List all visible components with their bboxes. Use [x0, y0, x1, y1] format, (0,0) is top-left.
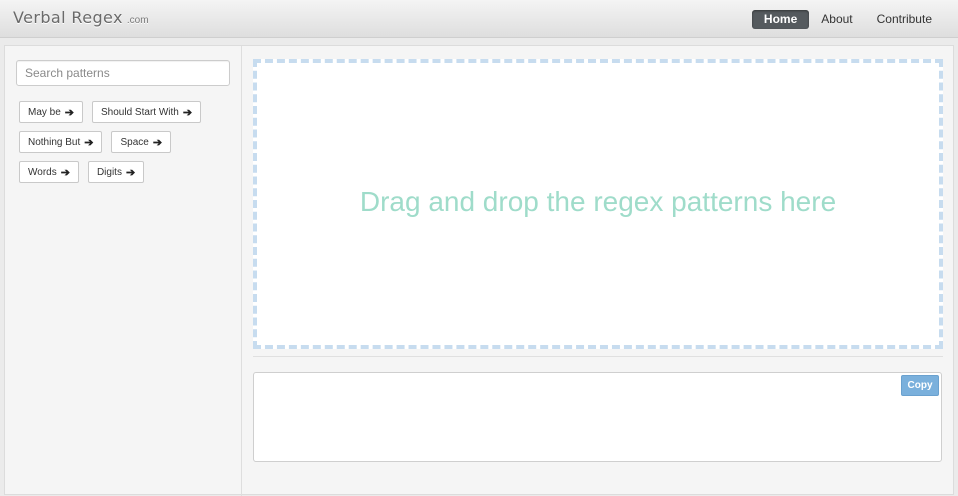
nav-home[interactable]: Home [751, 10, 810, 29]
drop-zone-hint: Drag and drop the regex patterns here [359, 186, 837, 217]
nav-about[interactable]: About [809, 10, 864, 29]
brand-name: Verbal Regex [13, 8, 123, 27]
pattern-label: May be [28, 106, 61, 118]
nav-contribute[interactable]: Contribute [865, 10, 944, 29]
regex-output-box[interactable]: Copy [253, 372, 942, 462]
pattern-may-be[interactable]: May be ➔ [19, 101, 84, 123]
pattern-label: Should Start With [101, 106, 179, 118]
pattern-label: Words [28, 166, 57, 178]
search-patterns-input[interactable] [16, 60, 230, 86]
pattern-list: May be ➔ Should Start With ➔ Nothing But ➔ … [19, 101, 231, 183]
pattern-label: Nothing But [28, 136, 81, 148]
pattern-drop-zone[interactable]: Drag and drop the regex patterns here [253, 59, 943, 349]
pattern-words[interactable]: Words ➔ [19, 161, 79, 183]
arrow-right-icon: ➔ [125, 166, 136, 179]
main-frame: May be➔ Should Start With➔ Nothing But➔ … [4, 45, 954, 496]
pattern-digits[interactable]: Digits ➔ [87, 161, 145, 183]
arrow-right-icon: ➔ [60, 166, 70, 179]
arrow-right-icon: ➔ [84, 136, 94, 149]
arrow-right-icon: ➔ [182, 106, 193, 119]
arrow-right-icon: ➔ [152, 136, 163, 149]
main-nav: Home About Contribute [751, 10, 944, 29]
pattern-label: Space [120, 136, 149, 148]
pattern-nothing-but[interactable]: Nothing But ➔ [19, 131, 103, 153]
top-navbar: Verbal Regex .com Home About Contribute [0, 0, 958, 38]
divider [253, 356, 943, 357]
pattern-label: Digits [96, 166, 122, 178]
brand-logo[interactable]: Verbal Regex .com [13, 8, 149, 27]
arrow-right-icon: ➔ [64, 106, 75, 119]
copy-button[interactable]: Copy [901, 375, 939, 396]
pattern-sidebar: May be➔ Should Start With➔ Nothing But➔ … [5, 46, 242, 496]
pattern-should-start-with[interactable]: Should Start With ➔ [92, 101, 202, 123]
pattern-space[interactable]: Space ➔ [111, 131, 172, 153]
brand-suffix: .com [126, 15, 149, 26]
